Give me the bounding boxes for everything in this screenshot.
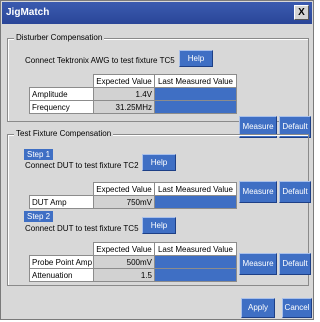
step-2-table: Expected Value Last Measured Value Probe… <box>29 242 237 282</box>
column-header-expected: Expected Value <box>93 74 155 88</box>
step-1-default-button[interactable]: Default <box>279 181 311 203</box>
column-header-expected: Expected Value <box>93 242 155 256</box>
column-header-blank <box>29 182 94 196</box>
step-2-label: Step 2 <box>24 211 54 222</box>
table-row: Frequency 31.25MHz <box>29 100 237 114</box>
step-2-help-button[interactable]: Help <box>142 217 176 234</box>
expected-value: 1.5 <box>93 268 155 282</box>
measured-value <box>154 100 237 114</box>
step-1-table-header: Expected Value Last Measured Value <box>29 182 237 196</box>
step-1-help-button[interactable]: Help <box>142 154 176 171</box>
title-bar[interactable]: JigMatch X <box>2 2 312 24</box>
row-name: Frequency <box>29 100 94 114</box>
measured-value <box>154 87 237 101</box>
step-1-label: Step 1 <box>24 149 54 160</box>
step-1-measure-button[interactable]: Measure <box>239 181 277 203</box>
step-2-instruction: Connect DUT to test fixture TC5 <box>25 224 139 233</box>
disturber-instruction: Connect Tektronix AWG to test fixture TC… <box>25 56 175 65</box>
column-header-measured: Last Measured Value <box>154 182 237 196</box>
cancel-button[interactable]: Cancel <box>282 298 312 318</box>
row-name: DUT Amp <box>29 195 94 209</box>
window-title: JigMatch <box>6 7 50 18</box>
expected-value: 1.4V <box>93 87 155 101</box>
step-2-table-header: Expected Value Last Measured Value <box>29 242 237 256</box>
column-header-measured: Last Measured Value <box>154 242 237 256</box>
table-row: DUT Amp 750mV <box>29 195 237 209</box>
close-button[interactable]: X <box>294 5 309 20</box>
column-header-measured: Last Measured Value <box>154 74 237 88</box>
column-header-blank <box>29 74 94 88</box>
expected-value: 31.25MHz <box>93 100 155 114</box>
disturber-table: Expected Value Last Measured Value Ampli… <box>29 74 237 114</box>
jigmatch-dialog: JigMatch X Disturber Compensation Connec… <box>0 0 314 320</box>
measured-value <box>154 268 237 282</box>
row-name: Probe Point Amp <box>29 255 94 269</box>
step-2-measure-button[interactable]: Measure <box>239 253 277 275</box>
disturber-table-header: Expected Value Last Measured Value <box>29 74 237 88</box>
step-2-default-button[interactable]: Default <box>279 253 311 275</box>
disturber-group-title: Disturber Compensation <box>14 33 105 42</box>
step-1-instruction: Connect DUT to test fixture TC2 <box>25 161 139 170</box>
measured-value <box>154 255 237 269</box>
disturber-help-button[interactable]: Help <box>179 50 213 67</box>
column-header-blank <box>29 242 94 256</box>
apply-button[interactable]: Apply <box>241 298 275 318</box>
column-header-expected: Expected Value <box>93 182 155 196</box>
expected-value: 750mV <box>93 195 155 209</box>
measured-value <box>154 195 237 209</box>
step-1-table: Expected Value Last Measured Value DUT A… <box>29 182 237 209</box>
table-row: Attenuation 1.5 <box>29 268 237 282</box>
fixture-group-title: Test Fixture Compensation <box>14 129 114 138</box>
row-name: Amplitude <box>29 87 94 101</box>
table-row: Probe Point Amp 500mV <box>29 255 237 269</box>
row-name: Attenuation <box>29 268 94 282</box>
expected-value: 500mV <box>93 255 155 269</box>
table-row: Amplitude 1.4V <box>29 87 237 101</box>
